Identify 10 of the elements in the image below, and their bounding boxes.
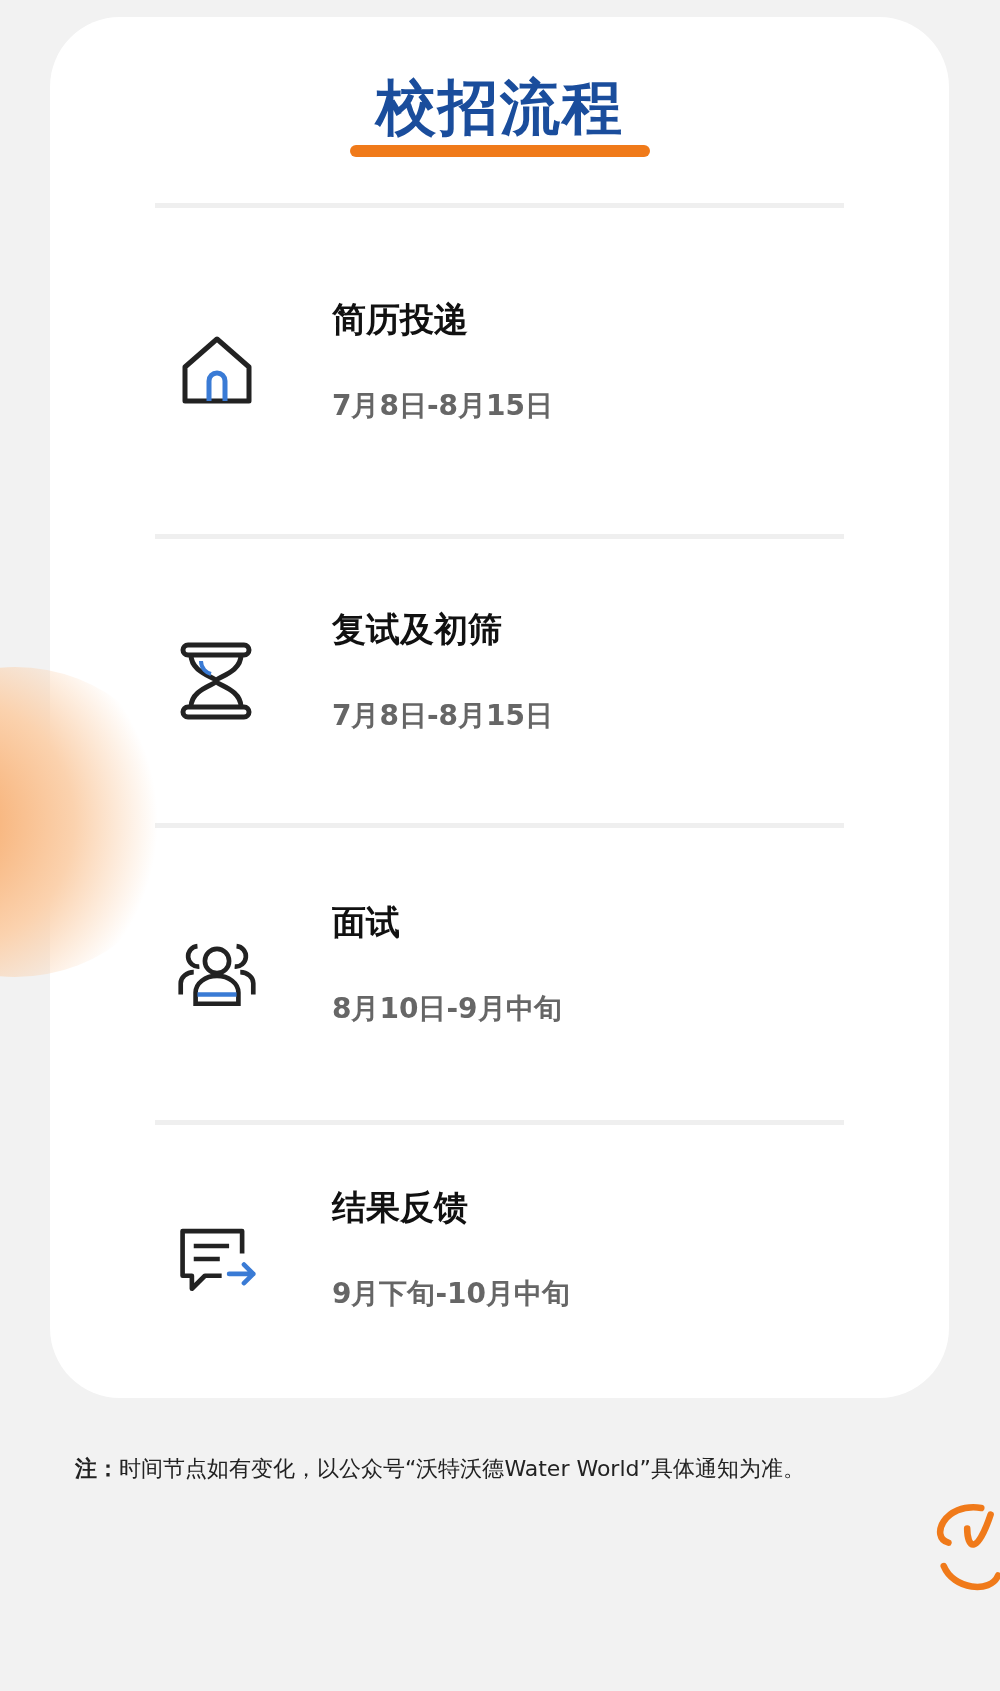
page-title: 校招流程 xyxy=(375,77,624,141)
step-date: 9月下旬-10月中旬 xyxy=(332,1275,571,1312)
step-title: 简历投递 xyxy=(332,298,469,341)
step-title: 面试 xyxy=(332,901,401,944)
step-date: 7月8日-8月15日 xyxy=(332,388,554,424)
note-text: 注：时间节点如有变化，以公众号“沃特沃德Water World”具体通知为准。 xyxy=(75,1455,806,1483)
step-title: 结果反馈 xyxy=(332,1185,469,1229)
step-date: 7月8日-8月15日 xyxy=(332,698,554,734)
step-title: 复试及初筛 xyxy=(332,608,503,651)
step-date: 8月10日-9月中旬 xyxy=(332,991,562,1027)
